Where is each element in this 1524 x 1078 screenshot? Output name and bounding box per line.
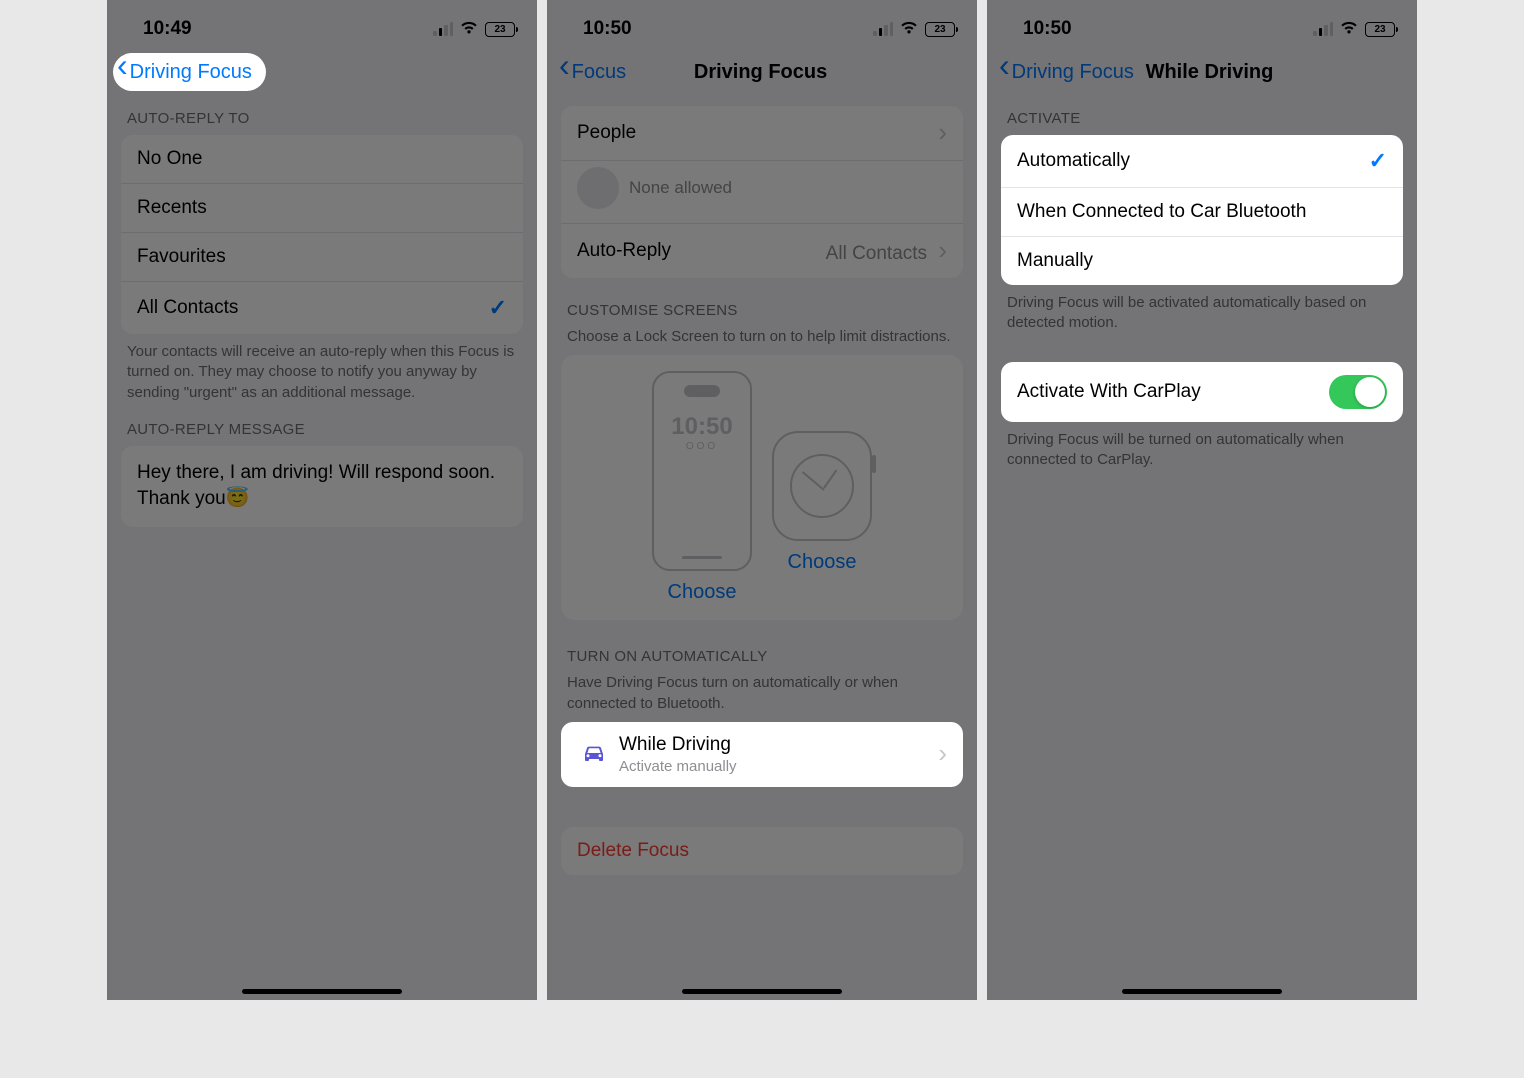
status-bar: 10:49 23	[107, 0, 537, 50]
chevron-right-icon	[938, 243, 947, 264]
people-none-allowed: None allowed	[561, 161, 963, 223]
status-bar: 10:50 23	[987, 0, 1417, 50]
activate-header: ACTIVATE	[987, 100, 1417, 135]
status-time: 10:49	[143, 18, 192, 40]
cell-signal-icon	[1313, 22, 1333, 36]
wifi-icon	[899, 19, 919, 40]
carplay-group: Activate With CarPlay	[1001, 362, 1403, 422]
customise-header: CUSTOMISE SCREENS	[547, 278, 977, 327]
status-time: 10:50	[583, 18, 632, 40]
home-indicator[interactable]	[242, 989, 402, 994]
option-car-bluetooth[interactable]: When Connected to Car Bluetooth	[1001, 188, 1403, 237]
checkmark-icon: ✓	[1369, 148, 1387, 174]
battery-icon: 23	[1365, 22, 1395, 37]
people-row[interactable]: People	[561, 106, 963, 161]
option-favourites[interactable]: Favourites	[121, 233, 523, 282]
nav-bar: Driving Focus While Driving	[987, 50, 1417, 100]
chevron-right-icon	[938, 740, 947, 768]
auto-reply-message-box[interactable]: Hey there, I am driving! Will respond so…	[121, 446, 523, 527]
iphone-mock-icon: 10:50 OOO	[652, 371, 752, 571]
checkmark-icon: ✓	[489, 295, 507, 321]
nav-bar: Focus Driving Focus	[547, 50, 977, 100]
people-group: People None allowed Auto-Reply All Conta…	[561, 106, 963, 278]
auto-on-footer: Have Driving Focus turn on automatically…	[547, 673, 977, 722]
section-header-message: AUTO-REPLY MESSAGE	[107, 411, 537, 446]
auto-reply-value: All Contacts	[826, 243, 927, 264]
back-button-highlight[interactable]: Driving Focus	[113, 53, 266, 91]
status-bar: 10:50 23	[547, 0, 977, 50]
option-automatically[interactable]: Automatically ✓	[1001, 135, 1403, 188]
chevron-left-icon	[117, 59, 128, 85]
screen-driving-focus: 10:50 23 Focus Driving Focus People None…	[547, 0, 977, 1000]
home-indicator[interactable]	[682, 989, 842, 994]
iphone-screen-option[interactable]: 10:50 OOO Choose	[652, 371, 752, 604]
activate-options-group: Automatically ✓ When Connected to Car Bl…	[1001, 135, 1403, 285]
option-no-one[interactable]: No One	[121, 135, 523, 184]
chevron-left-icon	[559, 59, 570, 85]
customise-footer: Choose a Lock Screen to turn on to help …	[547, 327, 977, 355]
customise-screens-box: 10:50 OOO Choose Choose	[561, 355, 963, 620]
watch-mock-icon	[772, 431, 872, 541]
activate-footer: Driving Focus will be activated automati…	[987, 285, 1417, 342]
chevron-right-icon	[938, 119, 947, 147]
option-all-contacts[interactable]: All Contacts ✓	[121, 282, 523, 334]
status-time: 10:50	[1023, 18, 1072, 40]
screen-auto-reply: 10:49 23 Driving Focus AUTO-REPLY TO No …	[107, 0, 537, 1000]
auto-reply-footer: Your contacts will receive an auto-reply…	[107, 334, 537, 411]
chevron-left-icon	[999, 59, 1010, 85]
section-header-auto-reply-to: AUTO-REPLY TO	[107, 100, 537, 135]
back-label: Driving Focus	[130, 61, 252, 84]
option-manually[interactable]: Manually	[1001, 237, 1403, 285]
option-recents[interactable]: Recents	[121, 184, 523, 233]
cell-signal-icon	[433, 22, 453, 36]
auto-on-header: TURN ON AUTOMATICALLY	[547, 620, 977, 673]
while-driving-sub: Activate manually	[619, 758, 737, 775]
nav-bar: Driving Focus	[107, 50, 537, 100]
cell-signal-icon	[873, 22, 893, 36]
nav-title: While Driving	[1014, 61, 1405, 84]
wifi-icon	[1339, 19, 1359, 40]
delete-focus-button[interactable]: Delete Focus	[561, 827, 963, 875]
choose-iphone-link[interactable]: Choose	[668, 581, 737, 604]
home-indicator[interactable]	[1122, 989, 1282, 994]
battery-icon: 23	[485, 22, 515, 37]
battery-icon: 23	[925, 22, 955, 37]
nav-title: Driving Focus	[556, 61, 965, 84]
while-driving-row-highlight[interactable]: While Driving Activate manually	[561, 722, 963, 787]
wifi-icon	[459, 19, 479, 40]
delete-focus-group: Delete Focus	[561, 827, 963, 875]
auto-reply-row[interactable]: Auto-Reply All Contacts	[561, 223, 963, 278]
carplay-footer: Driving Focus will be turned on automati…	[987, 422, 1417, 479]
toggle-on-icon[interactable]	[1329, 375, 1387, 409]
auto-reply-to-group: No One Recents Favourites All Contacts ✓	[121, 135, 523, 334]
avatar-placeholder-icon	[577, 167, 619, 209]
watch-screen-option[interactable]: Choose	[772, 371, 872, 604]
choose-watch-link[interactable]: Choose	[788, 551, 857, 574]
car-icon	[577, 744, 611, 764]
while-driving-label: While Driving	[619, 734, 737, 756]
screen-while-driving: 10:50 23 Driving Focus While Driving ACT…	[987, 0, 1417, 1000]
activate-carplay-row[interactable]: Activate With CarPlay	[1001, 362, 1403, 422]
